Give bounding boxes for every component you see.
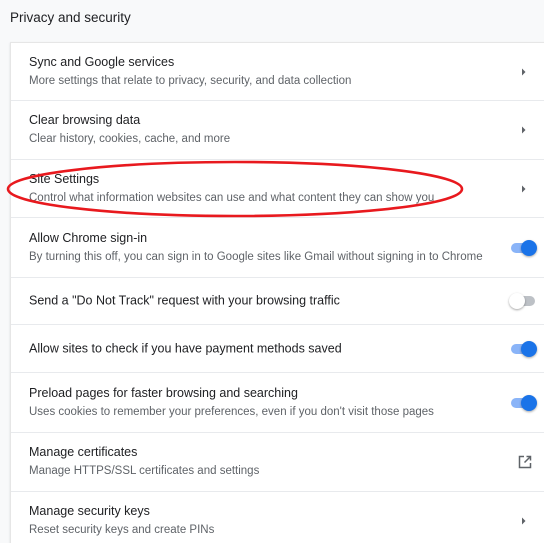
row-do-not-track[interactable]: Send a "Do Not Track" request with your … xyxy=(11,278,544,325)
row-title: Allow sites to check if you have payment… xyxy=(29,341,342,355)
chevron-right-icon[interactable] xyxy=(517,514,531,528)
row-text: Manage certificates Manage HTTPS/SSL cer… xyxy=(29,444,475,480)
row-text: Manage security keys Reset security keys… xyxy=(29,503,475,539)
chevron-right-icon[interactable] xyxy=(517,65,531,79)
row-title: Clear browsing data xyxy=(29,113,141,127)
row-title: Manage security keys xyxy=(29,504,150,518)
toggle-switch[interactable] xyxy=(509,340,537,357)
row-subtitle: Reset security keys and create PINs xyxy=(29,524,215,536)
row-allow-chrome-signin[interactable]: Allow Chrome sign-in By turning this off… xyxy=(11,218,544,278)
privacy-security-card: Sync and Google services More settings t… xyxy=(10,42,544,543)
toggle-knob xyxy=(509,293,525,309)
row-title: Sync and Google services xyxy=(29,54,175,69)
toggle-switch[interactable] xyxy=(509,293,537,309)
row-site-settings[interactable]: Site Settings Control what information w… xyxy=(11,160,544,218)
row-subtitle: By turning this off, you can sign in to … xyxy=(29,250,483,263)
row-text: Send a "Do Not Track" request with your … xyxy=(29,293,475,310)
open-in-new-icon[interactable] xyxy=(517,454,533,470)
toggle-knob xyxy=(521,340,537,357)
settings-page: Privacy and security Sync and Google ser… xyxy=(0,0,544,543)
row-sync-google-services[interactable]: Sync and Google services More settings t… xyxy=(11,43,544,101)
chevron-right-icon[interactable] xyxy=(517,182,531,196)
row-payment-methods[interactable]: Allow sites to check if you have payment… xyxy=(11,325,544,373)
row-text: Sync and Google services More settings t… xyxy=(29,54,475,90)
row-subtitle: Control what information websites can us… xyxy=(29,191,435,204)
section-title: Privacy and security xyxy=(10,10,131,25)
row-text: Allow Chrome sign-in By turning this off… xyxy=(29,230,483,266)
toggle-knob xyxy=(521,239,537,256)
row-manage-security-keys[interactable]: Manage security keys Reset security keys… xyxy=(11,492,544,543)
row-subtitle: Clear history, cookies, cache, and more xyxy=(29,133,231,145)
toggle-switch[interactable] xyxy=(509,239,537,256)
row-subtitle: Uses cookies to remember your preference… xyxy=(29,405,434,418)
chevron-right-icon[interactable] xyxy=(517,123,531,137)
row-subtitle: Manage HTTPS/SSL certificates and settin… xyxy=(29,465,260,477)
row-manage-certificates[interactable]: Manage certificates Manage HTTPS/SSL cer… xyxy=(11,433,544,492)
row-text: Site Settings Control what information w… xyxy=(29,171,475,207)
row-title: Site Settings xyxy=(29,171,100,186)
row-title: Send a "Do Not Track" request with your … xyxy=(29,293,340,308)
toggle-switch[interactable] xyxy=(509,394,537,411)
row-title: Manage certificates xyxy=(29,445,138,459)
toggle-knob xyxy=(521,394,537,411)
row-title: Allow Chrome sign-in xyxy=(29,230,148,245)
row-clear-browsing-data[interactable]: Clear browsing data Clear history, cooki… xyxy=(11,101,544,160)
row-text: Allow sites to check if you have payment… xyxy=(29,340,475,357)
row-text: Preload pages for faster browsing and se… xyxy=(29,385,475,421)
row-title: Preload pages for faster browsing and se… xyxy=(29,385,298,400)
row-text: Clear browsing data Clear history, cooki… xyxy=(29,112,475,148)
row-subtitle: More settings that relate to privacy, se… xyxy=(29,74,352,87)
row-preload-pages[interactable]: Preload pages for faster browsing and se… xyxy=(11,373,544,433)
